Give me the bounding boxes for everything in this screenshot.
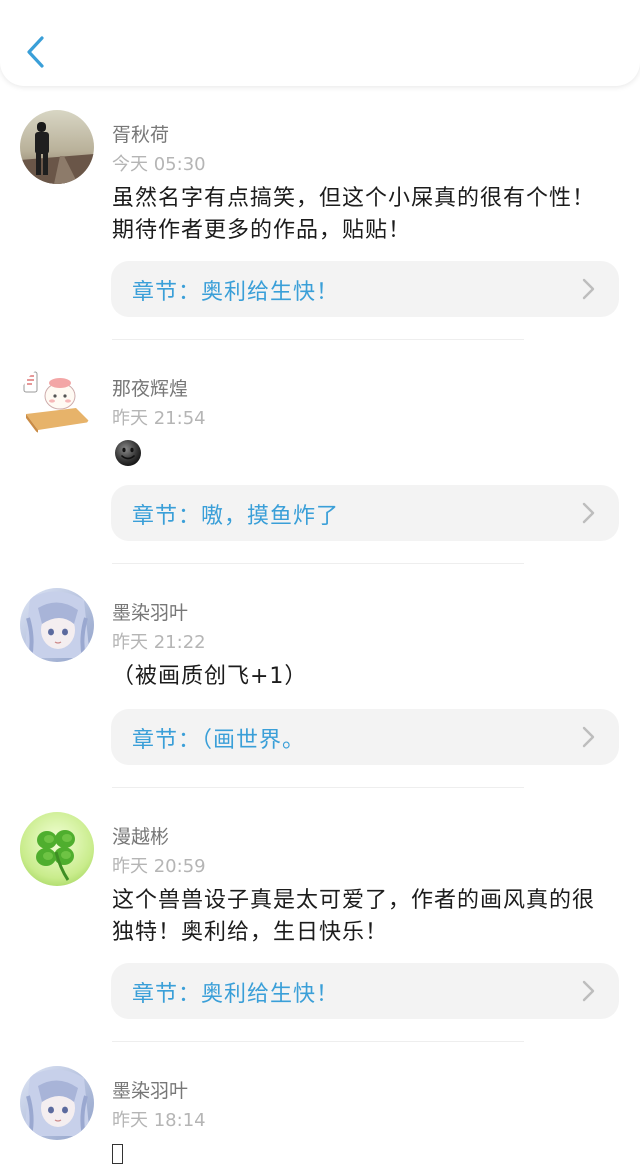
avatar[interactable] (20, 588, 94, 662)
chapter-label: 章节：奥利给生快！ (132, 982, 340, 1007)
comment-time: 昨天 18:14 (112, 1110, 206, 1131)
chapter-link[interactable]: 章节：（画世界。 (111, 709, 619, 765)
divider (112, 339, 524, 340)
back-button[interactable] (14, 26, 58, 78)
comment-time: 今天 05:30 (112, 154, 206, 175)
avatar[interactable] (20, 1066, 94, 1140)
chevron-right-icon (582, 980, 595, 1002)
top-bar (0, 0, 640, 86)
missing-glyph-icon (112, 1144, 123, 1164)
smiling-face-icon (115, 440, 141, 466)
avatar[interactable] (20, 812, 94, 886)
comment-time: 昨天 21:54 (112, 408, 206, 429)
chapter-link[interactable]: 章节：奥利给生快！ (111, 261, 619, 317)
divider (112, 563, 524, 564)
chapter-label: 章节：嗷，摸鱼炸了 (132, 504, 340, 529)
chapter-link[interactable]: 章节：奥利给生快！ (111, 963, 619, 1019)
commenter-name[interactable]: 那夜辉煌 (112, 374, 188, 401)
comment-text: 虽然名字有点搞笑，但这个小屎真的很有个性！期待作者更多的作品，贴贴！ (112, 186, 596, 243)
commenter-name[interactable]: 墨染羽叶 (112, 1076, 188, 1103)
chapter-label: 章节：奥利给生快！ (132, 280, 340, 305)
avatar[interactable] (20, 110, 94, 184)
avatar[interactable] (20, 364, 94, 438)
divider (112, 787, 524, 788)
chevron-right-icon (582, 502, 595, 524)
commenter-name[interactable]: 胥秋荷 (112, 120, 169, 147)
commenter-name[interactable]: 墨染羽叶 (112, 598, 188, 625)
chapter-label: 章节：（画世界。 (132, 728, 306, 753)
commenter-name[interactable]: 漫越彬 (112, 822, 169, 849)
chevron-right-icon (582, 278, 595, 300)
chevron-right-icon (582, 726, 595, 748)
comment-time: 昨天 20:59 (112, 856, 206, 877)
chevron-left-icon (27, 36, 44, 68)
divider (112, 1041, 524, 1042)
comment-text: （被画质创飞+1） (112, 664, 308, 689)
comment-text: 这个兽兽设子真是太可爱了，作者的画风真的很独特！奥利给，生日快乐！ (112, 888, 596, 945)
chapter-link[interactable]: 章节：嗷，摸鱼炸了 (111, 485, 619, 541)
comment-time: 昨天 21:22 (112, 632, 206, 653)
